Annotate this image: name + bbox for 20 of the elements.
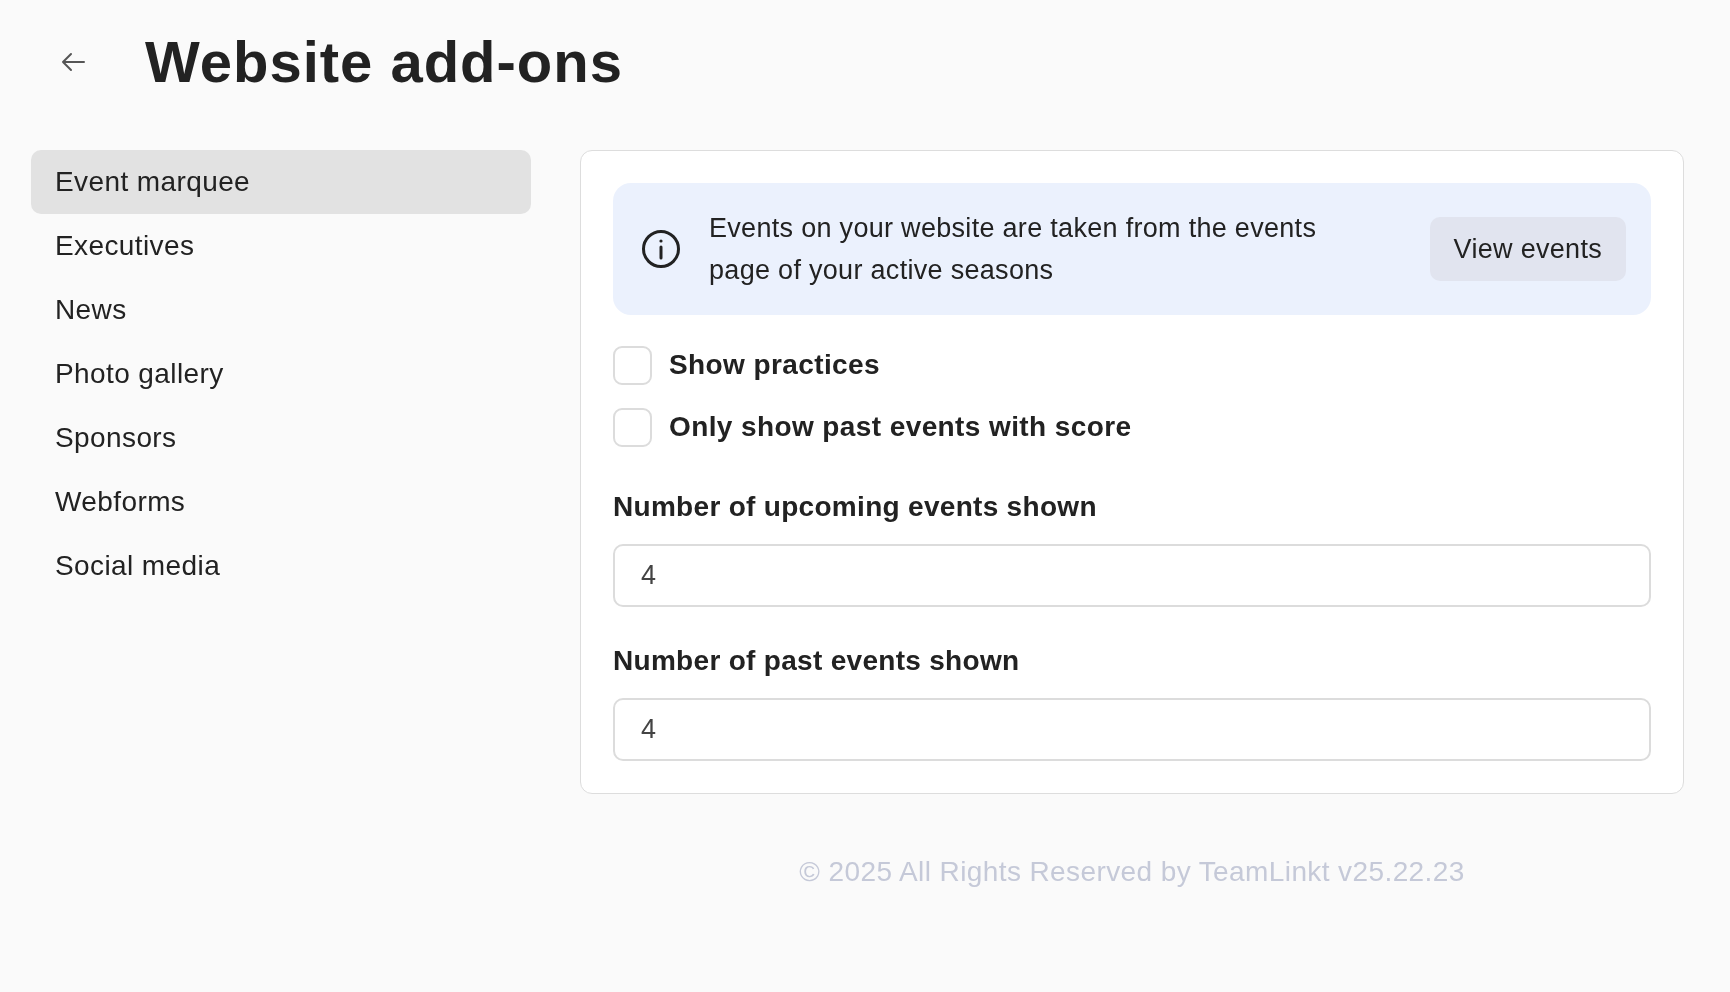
number-input[interactable]: 4 xyxy=(613,544,1651,607)
field-label: Number of upcoming events shown xyxy=(613,491,1097,523)
checkbox-label: Show practices xyxy=(669,348,880,382)
sidebar-item[interactable]: News xyxy=(31,278,531,342)
checkbox[interactable] xyxy=(613,345,652,385)
sidebar-item[interactable]: Sponsors xyxy=(31,406,531,470)
view-events-button[interactable]: View events xyxy=(1429,217,1626,281)
sidebar-item[interactable]: Social media xyxy=(31,534,531,598)
sidebar-item[interactable]: Event marquee xyxy=(31,150,531,214)
back-arrow-icon xyxy=(61,52,85,72)
number-input[interactable]: 4 xyxy=(613,698,1651,761)
info-icon xyxy=(641,229,681,269)
checkbox[interactable] xyxy=(613,407,652,447)
info-text: Events on your website are taken from the events page of your active seasons xyxy=(709,212,1318,287)
sidebar-item[interactable]: Photo gallery xyxy=(31,342,531,406)
field-label: Number of past events shown xyxy=(613,645,1020,677)
checkbox-label: Only show past events with score xyxy=(669,410,1132,444)
sidebar-item[interactable]: Webforms xyxy=(31,470,531,534)
sidebar-item[interactable]: Executives xyxy=(31,214,531,278)
page-title: Website add-ons xyxy=(145,33,623,91)
